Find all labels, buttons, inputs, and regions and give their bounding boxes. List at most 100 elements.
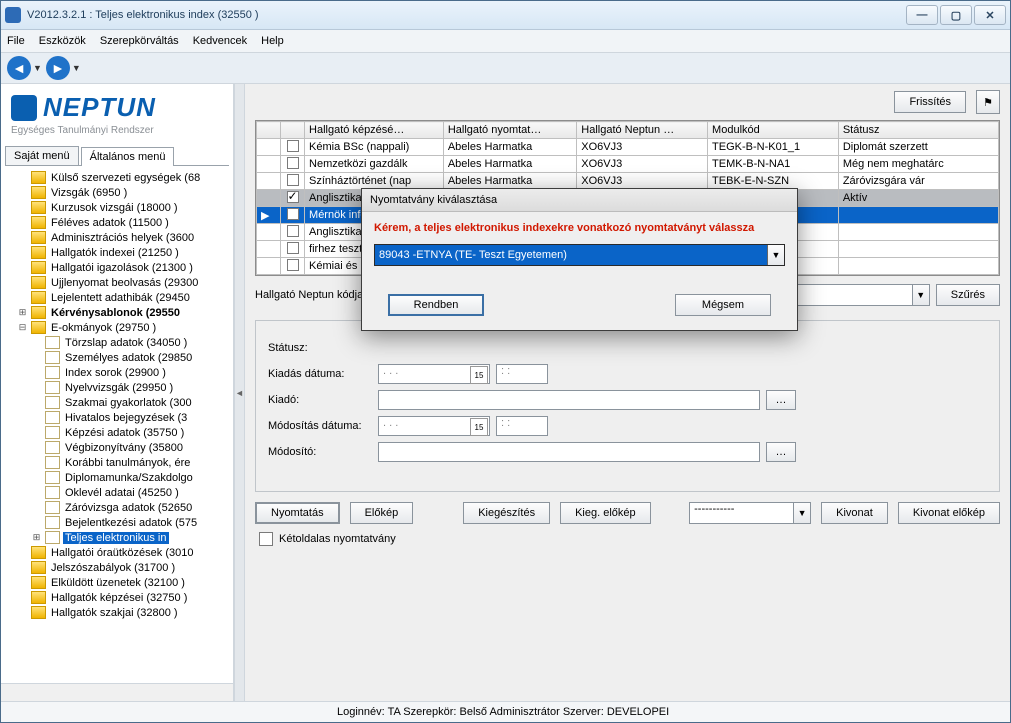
row-checkbox-cell[interactable] [281, 139, 305, 156]
tree-node[interactable]: Diplomamunka/Szakdolgo [3, 470, 233, 485]
issuer-input[interactable] [378, 390, 760, 410]
checkbox[interactable] [287, 208, 299, 220]
extract-button[interactable]: Kivonat [821, 502, 888, 524]
mod-time-input[interactable]: : : [496, 416, 548, 436]
issue-date-input[interactable]: . . .15 [378, 364, 490, 384]
row-checkbox-cell[interactable] [281, 224, 305, 241]
tree-toggle[interactable]: ⊞ [31, 532, 42, 543]
menu-eszközök[interactable]: Eszközök [39, 35, 86, 47]
nav-forward-dropdown[interactable]: ▼ [72, 63, 81, 73]
tree-node[interactable]: ⊞Kérvénysablonok (29550 [3, 305, 233, 320]
tree-node[interactable]: Vizsgák (6950 ) [3, 185, 233, 200]
checkbox[interactable] [287, 191, 299, 203]
minimize-button[interactable]: — [906, 5, 938, 25]
filter-button[interactable]: Szűrés [936, 284, 1000, 306]
close-button[interactable]: ✕ [974, 5, 1006, 25]
table-row[interactable]: Kémia BSc (nappali)Abeles HarmatkaXO6VJ3… [257, 139, 999, 156]
issue-time-input[interactable]: : : [496, 364, 548, 384]
col-header[interactable]: Státusz [838, 122, 998, 139]
tree-node[interactable]: Hallgatói óraütközések (3010 [3, 545, 233, 560]
tree-node[interactable]: Szakmai gyakorlatok (300 [3, 395, 233, 410]
complete-preview-button[interactable]: Kieg. előkép [560, 502, 651, 524]
col-header[interactable]: Modulkód [708, 122, 839, 139]
tree-node[interactable]: Elküldött üzenetek (32100 ) [3, 575, 233, 590]
tree-node[interactable]: Hallgatók szakjai (32800 ) [3, 605, 233, 620]
extract-preview-button[interactable]: Kivonat előkép [898, 502, 1000, 524]
tree-node[interactable]: Hallgatók indexei (21250 ) [3, 245, 233, 260]
tree-toggle[interactable]: ⊞ [17, 307, 28, 318]
tree-node[interactable]: Személyes adatok (29850 [3, 350, 233, 365]
dialog-ok-button[interactable]: Rendben [388, 294, 484, 316]
menu-szerepkörváltás[interactable]: Szerepkörváltás [100, 35, 179, 47]
nav-back-button[interactable]: ◄ [7, 56, 31, 80]
row-checkbox-cell[interactable] [281, 173, 305, 190]
col-header[interactable] [281, 122, 305, 139]
tree-node[interactable]: Lejelentett adathibák (29450 [3, 290, 233, 305]
tree-node[interactable]: Külső szervezeti egységek (68 [3, 170, 233, 185]
menu-help[interactable]: Help [261, 35, 284, 47]
preview-button[interactable]: Előkép [350, 502, 414, 524]
tree-hscrollbar[interactable] [1, 683, 233, 701]
menu-kedvencek[interactable]: Kedvencek [193, 35, 247, 47]
col-header[interactable]: Hallgató Neptun … [577, 122, 708, 139]
tree-node[interactable]: Index sorok (29900 ) [3, 365, 233, 380]
flag-icon-button[interactable]: ⚑ [976, 90, 1000, 114]
tree-node[interactable]: Oklevél adatai (45250 ) [3, 485, 233, 500]
tree-node[interactable]: Hallgatói igazolások (21300 ) [3, 260, 233, 275]
tree-node[interactable]: Törzslap adatok (34050 ) [3, 335, 233, 350]
calendar-icon[interactable]: 15 [470, 366, 488, 384]
tree-node[interactable]: Kurzusok vizsgái (18000 ) [3, 200, 233, 215]
tab-own-menu[interactable]: Saját menü [5, 146, 79, 165]
maximize-button[interactable]: ▢ [940, 5, 972, 25]
complete-button[interactable]: Kiegészítés [463, 502, 550, 524]
tree-node[interactable]: Bejelentkezési adatok (575 [3, 515, 233, 530]
tree-node[interactable]: Végbizonyítvány (35800 [3, 440, 233, 455]
col-header[interactable]: Hallgató nyomtat… [443, 122, 576, 139]
table-row[interactable]: Színháztörténet (napAbeles HarmatkaXO6VJ… [257, 173, 999, 190]
tree-node[interactable]: Korábbi tanulmányok, ére [3, 455, 233, 470]
nav-back-dropdown[interactable]: ▼ [33, 63, 42, 73]
tree-toggle[interactable]: ⊟ [17, 322, 28, 333]
col-header[interactable] [257, 122, 281, 139]
row-checkbox-cell[interactable] [281, 190, 305, 207]
col-header[interactable]: Hallgató képzésé… [305, 122, 444, 139]
refresh-button[interactable]: Frissítés [894, 91, 966, 113]
tree-node[interactable]: Nyelvvizsgák (29950 ) [3, 380, 233, 395]
checkbox[interactable] [287, 174, 299, 186]
nav-forward-button[interactable]: ► [46, 56, 70, 80]
tree-node[interactable]: Képzési adatok (35750 ) [3, 425, 233, 440]
checkbox[interactable] [287, 242, 299, 254]
modifier-input[interactable] [378, 442, 760, 462]
mod-date-input[interactable]: . . .15 [378, 416, 490, 436]
twoside-checkbox[interactable] [259, 532, 273, 546]
issuer-browse-button[interactable]: … [766, 390, 796, 410]
tab-general-menu[interactable]: Általános menü [81, 147, 175, 166]
tree-node[interactable]: ⊟E-okmányok (29750 ) [3, 320, 233, 335]
row-checkbox-cell[interactable] [281, 156, 305, 173]
checkbox[interactable] [287, 259, 299, 271]
row-checkbox-cell[interactable] [281, 207, 305, 224]
checkbox[interactable] [287, 157, 299, 169]
dialog-cancel-button[interactable]: Mégsem [675, 294, 771, 316]
tree-node[interactable]: Záróvizsga adatok (52650 [3, 500, 233, 515]
modifier-browse-button[interactable]: … [766, 442, 796, 462]
tree-node[interactable]: Féléves adatok (11500 ) [3, 215, 233, 230]
format-combo[interactable]: -----------▼ [689, 502, 811, 524]
menu-file[interactable]: File [7, 35, 25, 47]
tree-node[interactable]: Hivatalos bejegyzések (3 [3, 410, 233, 425]
tree-node[interactable]: Adminisztrációs helyek (3600 [3, 230, 233, 245]
print-button[interactable]: Nyomtatás [255, 502, 340, 524]
calendar-icon[interactable]: 15 [470, 418, 488, 436]
row-checkbox-cell[interactable] [281, 258, 305, 275]
table-row[interactable]: Nemzetközi gazdálkAbeles HarmatkaXO6VJ3T… [257, 156, 999, 173]
checkbox[interactable] [287, 225, 299, 237]
tree-view[interactable]: Külső szervezeti egységek (68Vizsgák (69… [1, 166, 233, 683]
tree-node[interactable]: Hallgatók képzései (32750 ) [3, 590, 233, 605]
tree-node[interactable]: Ujjlenyomat beolvasás (29300 [3, 275, 233, 290]
template-combo[interactable]: 89043 -ETNYA (TE- Teszt Egyetemen) ▼ [374, 244, 785, 266]
tree-node[interactable]: Jelszószabályok (31700 ) [3, 560, 233, 575]
sidebar-collapse-handle[interactable]: ◄ [234, 84, 245, 701]
checkbox[interactable] [287, 140, 299, 152]
row-checkbox-cell[interactable] [281, 241, 305, 258]
tree-node[interactable]: ⊞Teljes elektronikus in [3, 530, 233, 545]
